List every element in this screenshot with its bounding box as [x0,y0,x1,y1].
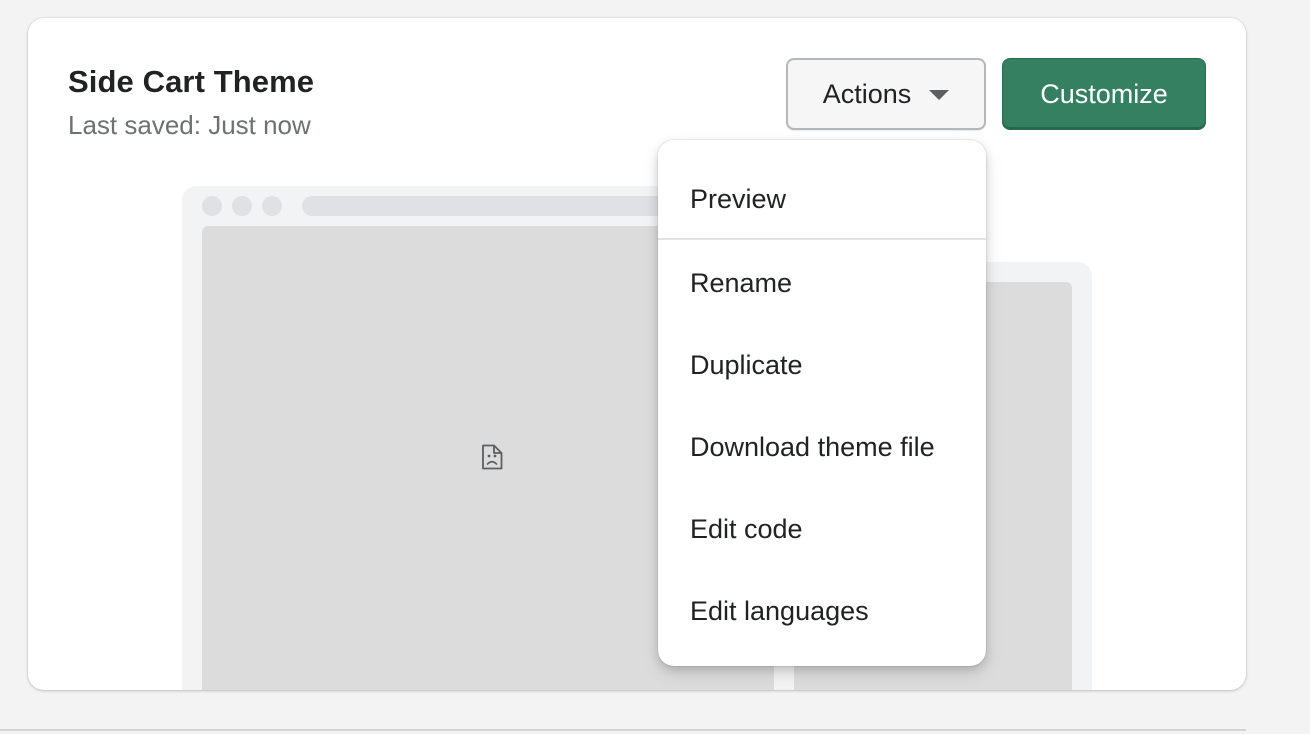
actions-button[interactable]: Actions [786,58,986,130]
menu-item-download-theme-file[interactable]: Download theme file [658,416,986,478]
theme-card: Side Cart Theme Last saved: Just now Act… [28,18,1246,690]
section-divider [0,729,1246,731]
broken-image-icon [482,444,503,470]
caret-down-icon [929,90,950,100]
menu-item-edit-languages[interactable]: Edit languages [658,580,986,642]
last-saved-text: Last saved: Just now [68,110,311,140]
menu-item-edit-code[interactable]: Edit code [658,498,986,560]
actions-dropdown-menu: Preview Rename Duplicate Download theme … [658,140,986,666]
actions-button-label: Actions [822,78,912,109]
theme-title: Side Cart Theme [68,64,315,99]
menu-item-preview[interactable]: Preview [658,168,986,230]
theme-page: Side Cart Theme Last saved: Just now Act… [0,0,1310,734]
window-dot [202,196,222,216]
window-dot [232,196,252,216]
window-dot [262,196,282,216]
menu-item-rename[interactable]: Rename [658,252,986,314]
menu-divider [658,238,986,240]
customize-button[interactable]: Customize [1002,58,1206,130]
menu-item-duplicate[interactable]: Duplicate [658,334,986,396]
